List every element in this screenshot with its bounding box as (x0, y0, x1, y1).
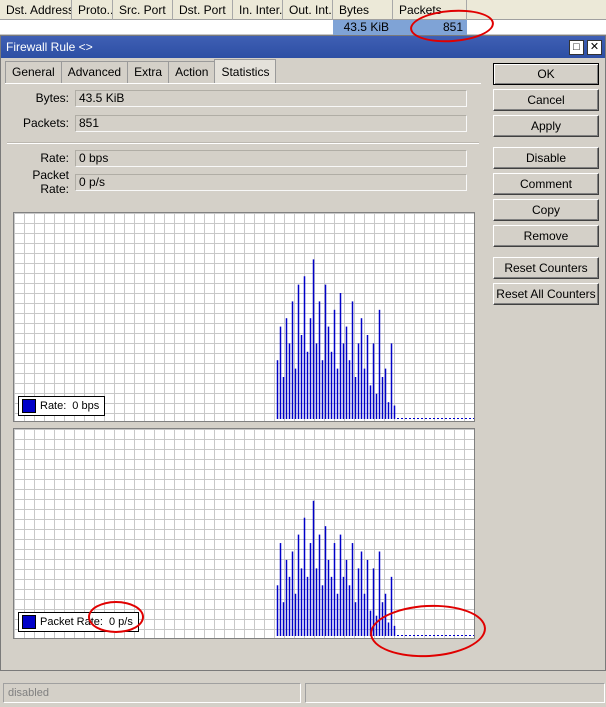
separator (7, 142, 479, 144)
row-blank-cell (0, 20, 333, 35)
bytes-row: Bytes: 43.5 KiB (5, 89, 467, 107)
column-in-interface[interactable]: In. Inter... (233, 0, 283, 20)
rate-graph: Rate: 0 bps (13, 212, 475, 422)
apply-button[interactable]: Apply (493, 115, 599, 137)
rate-value: 0 bps (75, 149, 467, 167)
maximize-icon[interactable]: □ (569, 39, 584, 55)
rate-row: Rate: 0 bps (5, 149, 467, 167)
packets-label: Packets: (22, 116, 69, 130)
column-bytes[interactable]: Bytes (333, 0, 393, 20)
packet-rate-value: 0 p/s (75, 173, 467, 191)
tab-extra[interactable]: Extra (127, 61, 170, 83)
ok-button[interactable]: OK (493, 63, 599, 85)
packets-row: Packets: 851 (5, 114, 467, 132)
table-row[interactable]: 43.5 KiB 851 (0, 20, 606, 35)
dialog-titlebar[interactable]: Firewall Rule <> □ ✕ (1, 36, 605, 58)
tab-advanced[interactable]: Advanced (60, 61, 129, 83)
firewall-rule-dialog: Firewall Rule <> □ ✕ General Advanced Ex… (0, 35, 606, 703)
column-src-port[interactable]: Src. Port (113, 0, 173, 20)
rate-legend-label: Rate: (40, 400, 67, 412)
tab-statistics[interactable]: Statistics (214, 59, 277, 83)
dialog-title: Firewall Rule <> (6, 40, 93, 54)
reset-counters-button[interactable]: Reset Counters (493, 257, 599, 279)
column-dst-address[interactable]: Dst. Address (0, 0, 72, 20)
rate-legend-swatch (22, 399, 36, 413)
column-dst-port[interactable]: Dst. Port (173, 0, 233, 20)
packet-rate-graph-plot (14, 429, 474, 638)
statistics-panel: Bytes: 43.5 KiB Packets: 851 Rate: 0 bps… (5, 83, 481, 666)
disable-button[interactable]: Disable (493, 147, 599, 169)
tab-action[interactable]: Action (168, 61, 216, 83)
packets-value: 851 (75, 114, 467, 132)
annotation-circle-packet-rate (88, 601, 144, 633)
rate-legend: Rate: 0 bps (18, 396, 106, 416)
column-out-interface[interactable]: Out. Int... (283, 0, 333, 20)
rate-graph-plot (14, 213, 474, 421)
bytes-label: Bytes: (35, 91, 69, 105)
packet-rate-label: Packet Rate: (32, 168, 69, 196)
packet-rate-legend-swatch (22, 615, 36, 629)
cancel-button[interactable]: Cancel (493, 89, 599, 111)
tab-general[interactable]: General (5, 61, 62, 83)
table-header: Dst. Address Proto... Src. Port Dst. Por… (0, 0, 606, 20)
bytes-value: 43.5 KiB (75, 89, 467, 107)
column-protocol[interactable]: Proto... (72, 0, 113, 20)
close-icon[interactable]: ✕ (587, 39, 602, 55)
comment-button[interactable]: Comment (493, 173, 599, 195)
tab-bar: General Advanced Extra Action Statistics (5, 59, 277, 83)
packet-rate-row: Packet Rate: 0 p/s (5, 168, 467, 196)
rate-label: Rate: (40, 151, 69, 165)
rate-legend-value: 0 bps (72, 400, 100, 412)
row-bytes-cell: 43.5 KiB (333, 20, 393, 35)
copy-button[interactable]: Copy (493, 199, 599, 221)
status-bar: disabled (1, 680, 606, 707)
status-cell-empty (305, 683, 605, 703)
reset-all-counters-button[interactable]: Reset All Counters (493, 283, 599, 305)
status-text: disabled (3, 683, 301, 703)
remove-button[interactable]: Remove (493, 225, 599, 247)
